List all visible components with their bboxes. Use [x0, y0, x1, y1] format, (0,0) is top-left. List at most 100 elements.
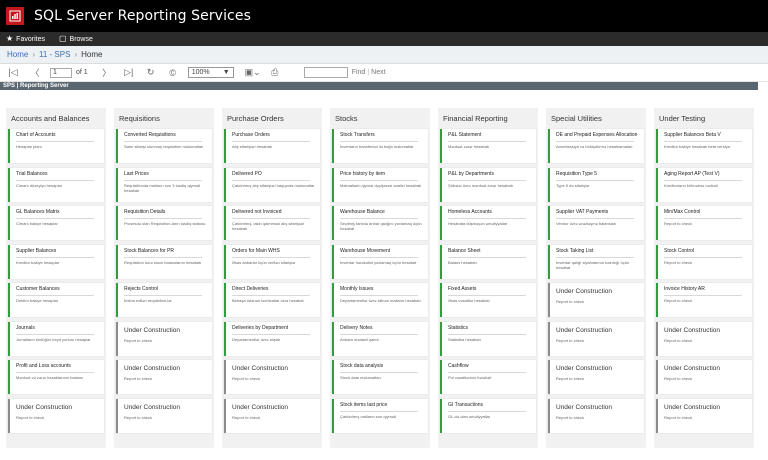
tile-description: Report to check	[664, 221, 693, 226]
first-page-icon[interactable]: |◁	[6, 66, 20, 80]
tile-title: Journals	[16, 324, 35, 331]
report-tile[interactable]: Under Construction Report to check	[548, 360, 644, 394]
report-tile[interactable]: P&L by Departments Şöbələr üzrə mənfəət z…	[440, 167, 536, 202]
report-tile[interactable]: Stock Taking List İnventar qalığı siyahıl…	[548, 244, 644, 279]
tile-title: Under Construction	[556, 288, 612, 295]
refresh-icon[interactable]: ↻	[144, 66, 158, 80]
report-tile[interactable]: Under Construction Report to check	[116, 398, 212, 433]
tile-title: Min/Max Control	[664, 209, 701, 215]
tile-description: Report to check	[124, 337, 153, 343]
report-tile[interactable]: Purchase Orders Alış sifarişləri hesabatı	[224, 129, 320, 163]
report-tile[interactable]: Deliveries by Department Departamentlər ü…	[224, 321, 320, 356]
next-link[interactable]: Next	[371, 69, 385, 76]
report-tile[interactable]: Under Construction Report to check	[548, 321, 644, 356]
tile-description: Seçilmiş tarixdə anbar qalığını yoxlamaq…	[340, 221, 422, 230]
print-icon[interactable]: ⎙	[268, 66, 282, 80]
report-tile[interactable]: Requisition Details Prosesdə olan Requisi…	[116, 206, 212, 240]
browse-button[interactable]: ▢ Browse	[59, 35, 93, 43]
report-tile[interactable]: Customer Balances Debitor bakiye hesaplar	[8, 283, 104, 317]
tile-title: Under Construction	[232, 365, 288, 372]
find-input[interactable]	[303, 67, 348, 78]
tile-description: Report to check	[556, 376, 585, 381]
zoom-select[interactable]: 100% ▼	[187, 67, 234, 78]
report-tile[interactable]: Supplier Balances Beta V Kreditor bakiye …	[656, 129, 752, 163]
favorites-button[interactable]: ★ Favorites	[6, 35, 45, 43]
report-tile[interactable]: Warehouse Movement İnventar hərəkətini yo…	[332, 244, 428, 279]
report-tile[interactable]: Supplier VAT Payments Vendor üzrə əvəzləş…	[548, 206, 644, 240]
report-tile[interactable]: Orders for Main WHS Əsas anbarlar üçün ve…	[224, 244, 320, 279]
report-tile[interactable]: Requisition Type 5 Type 5 də sifarişlər	[548, 167, 644, 202]
report-tile[interactable]: Cashflow Pul vəsaitlərinin hərəkəti	[440, 360, 536, 394]
report-tile[interactable]: Chart of Accounts Hesaplar planı	[8, 129, 104, 163]
tile-title: Under Construction	[556, 365, 612, 372]
page-number-input[interactable]: 1	[50, 67, 72, 78]
tile-title: Converted Requisitions	[124, 132, 176, 138]
ssrs-logo-icon[interactable]	[6, 7, 24, 25]
report-tile[interactable]: Invoice History AR Report to check	[656, 283, 752, 317]
report-tile[interactable]: Homeless Accounts Hesabata düşməyən əməli…	[440, 206, 536, 240]
last-page-icon[interactable]: ▷|	[122, 66, 136, 80]
tile-title: Under Construction	[124, 326, 180, 334]
report-tile[interactable]: Under Construction Report to check	[116, 321, 212, 356]
next-page-icon[interactable]: 〉	[100, 66, 114, 80]
report-tile[interactable]: GI Transactions GL-də olan əməliyyatlar	[440, 398, 536, 433]
report-tile[interactable]: Balance Sheet Balans hesabatı	[440, 244, 536, 279]
report-tile[interactable]: Under Construction Report to check	[548, 398, 644, 433]
report-tile[interactable]: Delivered PO Çatdırılmış alış sifarişləri…	[224, 167, 320, 202]
report-tile[interactable]: Under Construction Report to check	[548, 283, 644, 317]
tile-title: Invoice History AR	[664, 286, 705, 292]
report-tile[interactable]: Under Construction Report to check	[224, 398, 320, 433]
report-tile[interactable]: DE and Prepaid Expenses Allocation Amorti…	[548, 129, 644, 163]
report-tile[interactable]: Under Construction Report to check	[116, 360, 212, 394]
report-tile[interactable]: Fixed Assets Əsas vəsaitlər hesabatı	[440, 283, 536, 317]
report-tile[interactable]: Under Construction Report to check	[224, 360, 320, 394]
breadcrumb-sps[interactable]: 11 - SPS	[39, 50, 70, 59]
report-tile[interactable]: Min/Max Control Report to check	[656, 206, 752, 240]
tile-title: GL Balances Matrix	[16, 209, 60, 215]
report-tile[interactable]: Journals Jurnalların tönlüğün ireyd yorlu…	[8, 321, 104, 356]
report-tile[interactable]: Delivery Notes Anbara mədaxil qaimi	[332, 321, 428, 356]
report-tile[interactable]: Last Prices Requisitionda malların son 3 …	[116, 167, 212, 202]
tile-title: Supplier Balances Beta V	[664, 132, 721, 138]
report-tile[interactable]: Delivered not Invoiced Çatdırılmış, lakin…	[224, 206, 320, 240]
report-tile[interactable]: Converted Requisitions Satın sifarişi olu…	[116, 129, 212, 163]
tile-title: Deliveries by Department	[232, 324, 289, 331]
report-tile[interactable]: Direct Deliveries Birbaşa ödənən təchizat…	[224, 283, 320, 317]
column-title: Purchase Orders	[227, 114, 284, 123]
tile-description: Report to check	[556, 337, 585, 343]
report-tile[interactable]: Stock Transfers İnventarın transferləri i…	[332, 129, 428, 163]
breadcrumb-home[interactable]: Home	[7, 50, 28, 59]
report-tile[interactable]: Under Construction Report to check	[656, 321, 752, 356]
report-tile[interactable]: P&L Statement Mənfəət zərər hesabatı	[440, 129, 536, 163]
export-icon[interactable]: ▣⌄	[245, 66, 261, 80]
report-tile[interactable]: Stock Balances for PR Requisition üzrə st…	[116, 244, 212, 279]
back-to-parent-icon[interactable]: ©	[166, 66, 180, 80]
tile-title: Under Construction	[556, 326, 612, 334]
tile-description: Cimanı düzeyiyo hesaplar	[16, 182, 63, 188]
previous-page-icon[interactable]: 〈	[28, 66, 42, 80]
find-link[interactable]: Find	[352, 69, 366, 76]
report-tile[interactable]: Stock Control Report to check	[656, 244, 752, 279]
report-tile[interactable]: Trial Balances Cimanı düzeyiyo hesaplar	[8, 167, 104, 202]
tile-description: Type 5 də sifarişlər	[556, 182, 590, 188]
report-tile[interactable]: GL Balances Matrix Cimanı bakiye hesaplar	[8, 206, 104, 240]
report-tile[interactable]: Stock items last price Çatdırılmış mallar…	[332, 398, 428, 433]
report-tile[interactable]: Supplier Balances Kreditor bakiye hesapla…	[8, 244, 104, 279]
report-tile[interactable]: Statistics Statistika hesabatı	[440, 321, 536, 356]
tile-title: P&L Statement	[448, 132, 482, 138]
report-tile[interactable]: Stock data analysis Stock data məlumatlar…	[332, 360, 428, 394]
report-tile[interactable]: Aging Report AP (Test V) Kreditorların kö…	[656, 167, 752, 202]
report-tile[interactable]: Rejects Control İmtina edilən requisition…	[116, 283, 212, 317]
report-tile[interactable]: Price history by item Malmallarin qiymət …	[332, 167, 428, 202]
breadcrumb-separator: ›	[32, 50, 36, 59]
report-tile[interactable]: Under Construction Report to check	[8, 398, 104, 433]
tile-title: Delivery Notes	[340, 324, 373, 331]
report-tile[interactable]: Under Construction Report to check	[656, 360, 752, 394]
tile-description: Report to check	[664, 414, 693, 420]
report-tile[interactable]: Profit and Loss accounts Mənfəət və zərər…	[8, 360, 104, 394]
report-tile[interactable]: Monthly Issues Departamentlər üzrə silinə…	[332, 283, 428, 317]
report-tile[interactable]: Warehouse Balance Seçilmiş tarixdə anbar …	[332, 206, 428, 240]
report-tile[interactable]: Under Construction Report to check	[656, 398, 752, 433]
breadcrumb-current: Home	[81, 50, 103, 59]
tile-description: Kreditor bakiye hesabatı beta versiya	[664, 144, 730, 149]
